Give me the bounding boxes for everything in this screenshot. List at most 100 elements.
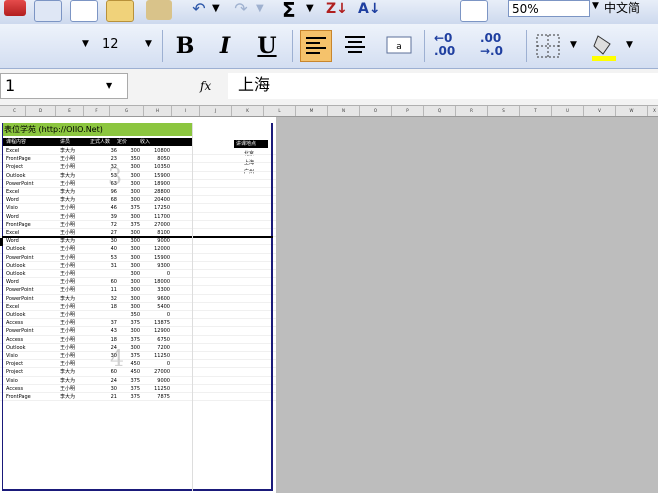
table-cell: Outlook xyxy=(6,312,26,318)
font-name-dropdown-icon[interactable]: ▼ xyxy=(82,39,89,49)
column-header-m[interactable]: M xyxy=(296,106,328,116)
table-cell: 300 xyxy=(130,254,140,261)
formula-input[interactable]: 上海 xyxy=(228,73,658,99)
merge-center-button[interactable]: a xyxy=(384,30,416,62)
column-header-w[interactable]: W xyxy=(616,106,648,116)
column-header-i[interactable]: I xyxy=(172,106,200,116)
zoom-dropdown-icon[interactable]: ▼ xyxy=(592,1,599,11)
align-center-button[interactable] xyxy=(340,30,372,62)
table-cell: 12900 xyxy=(154,328,170,335)
table-cell: 8050 xyxy=(157,156,170,163)
italic-button[interactable]: I xyxy=(210,32,240,60)
column-header-l[interactable]: L xyxy=(264,106,296,116)
column-header-s[interactable]: S xyxy=(488,106,520,116)
increase-decimal-button[interactable]: ←0 .00 xyxy=(434,32,474,58)
undo-icon[interactable]: ↶ xyxy=(186,0,212,20)
table-cell: 36 xyxy=(110,148,117,154)
table-cell: PowerPoint xyxy=(6,328,34,335)
column-header-e[interactable]: E xyxy=(56,106,84,116)
autosum-dropdown-icon[interactable]: ▼ xyxy=(306,0,318,20)
page-border-left xyxy=(2,123,3,491)
borders-dropdown-icon[interactable]: ▼ xyxy=(570,40,577,50)
table-cell: 王小明 xyxy=(60,221,76,228)
table-cell: Word xyxy=(6,213,19,220)
table-cell: 28800 xyxy=(154,189,170,195)
table-cell: 10800 xyxy=(154,148,170,154)
column-header-p[interactable]: P xyxy=(392,106,424,116)
table-cell: Outlook xyxy=(6,262,26,269)
table-cell: 0 xyxy=(166,312,170,318)
table-cell: 18900 xyxy=(154,180,170,187)
table-cell: Word xyxy=(6,238,19,245)
table-cell: 300 xyxy=(130,238,140,245)
table-cell: 王小明 xyxy=(60,262,76,269)
format-painter-icon[interactable] xyxy=(146,0,172,20)
preview-icon[interactable] xyxy=(70,0,98,22)
column-header-o[interactable]: O xyxy=(360,106,392,116)
table-cell: 30 xyxy=(110,238,117,245)
table-cell: Excel xyxy=(6,148,20,154)
table-cell: 王小明 xyxy=(60,361,76,368)
table-cell: 375 xyxy=(130,320,140,327)
language-label[interactable]: 中文简 xyxy=(604,0,640,17)
table-cell: PowerPoint xyxy=(6,287,34,294)
fx-button[interactable]: fx xyxy=(200,79,211,93)
table-cell: 王小明 xyxy=(60,328,76,335)
underline-button[interactable]: U xyxy=(252,32,282,60)
undo-dropdown-icon[interactable]: ▼ xyxy=(212,0,224,20)
zoom-box[interactable]: 50% xyxy=(508,0,590,17)
column-header-v[interactable]: V xyxy=(584,106,616,116)
column-header-d[interactable]: D xyxy=(26,106,56,116)
autosum-icon[interactable]: Σ xyxy=(282,0,308,20)
bold-button[interactable]: B xyxy=(170,32,200,60)
redo-dropdown-icon[interactable]: ▼ xyxy=(256,0,268,20)
table-cell: 王小明 xyxy=(60,271,76,277)
name-box-value: 1 xyxy=(5,76,16,95)
column-header-q[interactable]: Q xyxy=(424,106,456,116)
table-cell: 18000 xyxy=(154,279,170,286)
separator xyxy=(526,30,527,62)
worksheet[interactable]: 表位学苑 (http://OIIO.Net) 课程内容 讲员 正式人数 定价 收入 讲课地点… xyxy=(0,117,276,493)
fill-color-dropdown-icon[interactable]: ▼ xyxy=(626,40,633,50)
sort-ascending-icon[interactable]: Z↓ xyxy=(326,0,352,20)
column-header-n[interactable]: N xyxy=(328,106,360,116)
side-table-value: 广州 xyxy=(244,169,255,175)
column-header-k[interactable]: K xyxy=(232,106,264,116)
font-size-dropdown-icon[interactable]: ▼ xyxy=(145,39,152,49)
print-icon[interactable] xyxy=(34,0,62,22)
table-cell: 李大为 xyxy=(60,197,76,204)
column-header-j[interactable]: J xyxy=(200,106,232,116)
table-cell: 17250 xyxy=(154,205,170,212)
paste-icon[interactable] xyxy=(106,0,134,22)
table-cell: 53 xyxy=(110,254,117,261)
zoom-value: 50% xyxy=(512,2,539,16)
fill-color-button[interactable] xyxy=(588,30,620,62)
table-cell: 李大为 xyxy=(60,295,76,302)
table-cell: 李大为 xyxy=(60,369,76,376)
table-cell: 43 xyxy=(110,328,117,335)
merge-center-icon: a xyxy=(386,36,412,54)
column-header-x[interactable]: X xyxy=(648,106,658,116)
table-cell: 13875 xyxy=(154,320,170,327)
font-size-box[interactable]: 12 xyxy=(96,34,136,56)
table-header-cell: 课程内容 xyxy=(6,139,27,145)
column-header-f[interactable]: F xyxy=(84,106,110,116)
name-box-dropdown-icon[interactable]: ▼ xyxy=(106,81,112,90)
align-left-icon xyxy=(306,37,326,54)
column-header-u[interactable]: U xyxy=(552,106,584,116)
table-cell: 15900 xyxy=(154,254,170,261)
column-header-c[interactable]: C xyxy=(4,106,26,116)
column-header-h[interactable]: H xyxy=(144,106,172,116)
table-cell xyxy=(90,270,117,278)
borders-button[interactable] xyxy=(534,32,562,60)
column-header-g[interactable]: G xyxy=(110,106,144,116)
save-icon[interactable] xyxy=(4,0,26,16)
sort-descending-icon[interactable]: A↓ xyxy=(358,0,384,20)
chart-wizard-icon[interactable] xyxy=(460,0,488,22)
column-header-r[interactable]: R xyxy=(456,106,488,116)
redo-icon[interactable]: ↷ xyxy=(228,0,254,20)
decrease-decimal-button[interactable]: .00 →.0 xyxy=(480,32,520,58)
table-cell: 11 xyxy=(110,287,117,294)
align-left-button[interactable] xyxy=(300,30,332,62)
column-header-t[interactable]: T xyxy=(520,106,552,116)
